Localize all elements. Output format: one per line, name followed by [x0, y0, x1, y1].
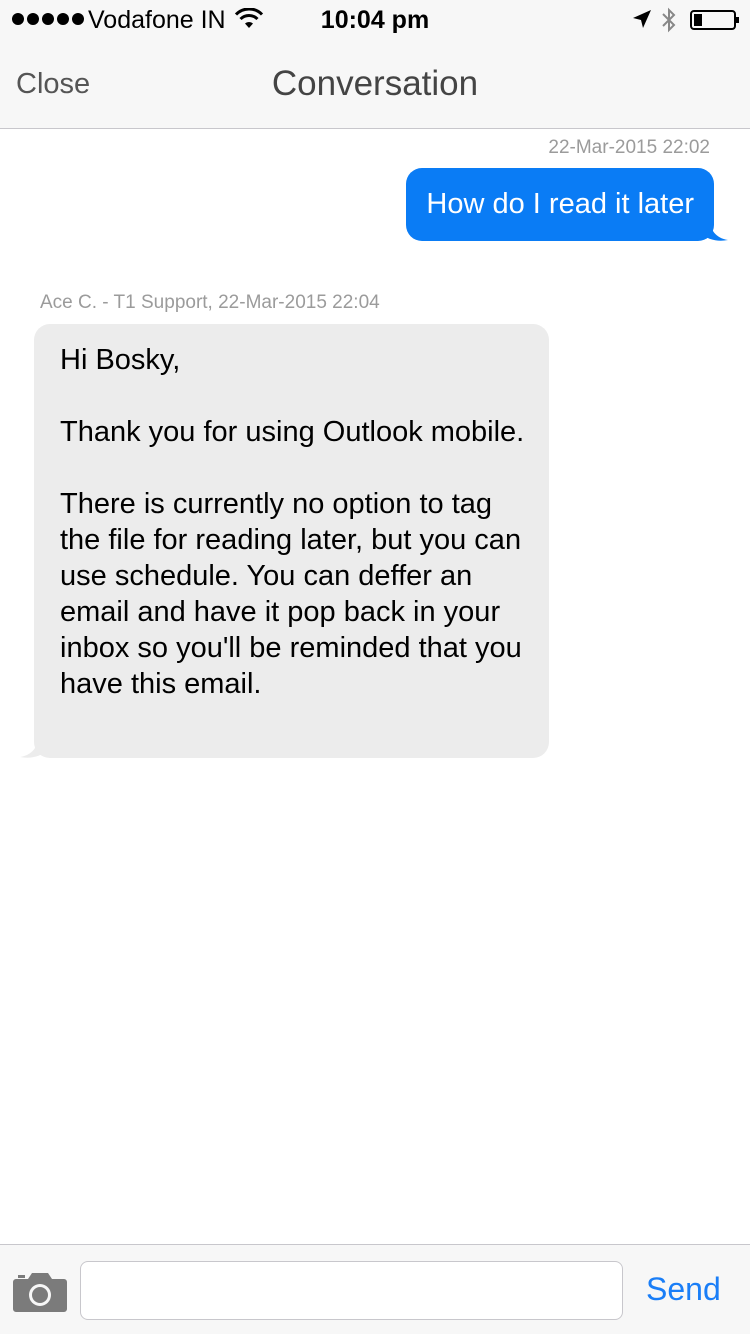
received-message-meta: Ace C. - T1 Support, 22-Mar-2015 22:04	[40, 292, 380, 313]
page-title: Conversation	[271, 64, 479, 103]
navigation-bar: Close Conversation	[0, 40, 750, 129]
message-composer: Send	[0, 1244, 750, 1334]
received-message-bubble[interactable]: Hi Bosky, Thank you for using Outlook mo…	[34, 324, 549, 758]
status-bar: Vodafone IN 10:04 pm	[0, 0, 750, 40]
send-button[interactable]: Send	[646, 1271, 721, 1308]
camera-icon[interactable]	[12, 1269, 68, 1313]
sent-message-timestamp: 22-Mar-2015 22:02	[548, 137, 710, 158]
conversation-screen: Vodafone IN 10:04 pm Close Conversation …	[0, 0, 750, 1334]
location-arrow-icon	[633, 10, 651, 28]
sent-message-text: How do I read it later	[426, 188, 694, 220]
bluetooth-icon	[662, 7, 676, 33]
battery-icon	[690, 10, 739, 30]
received-message-greeting: Hi Bosky,	[60, 344, 181, 376]
sent-message-bubble[interactable]: How do I read it later	[406, 168, 714, 241]
received-message-paragraph: Thank you for using Outlook mobile.	[60, 416, 525, 448]
received-message-paragraph: There is currently no option to tag the …	[60, 488, 522, 700]
message-input[interactable]	[80, 1261, 623, 1320]
